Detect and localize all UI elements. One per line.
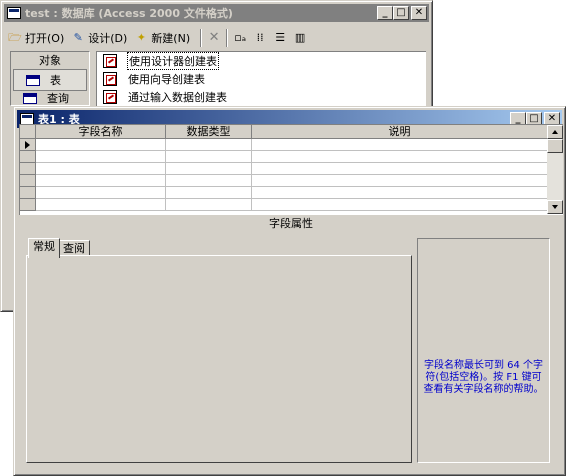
- small-icons-view-icon[interactable]: ⁞⁞: [252, 31, 268, 45]
- data-type-cell[interactable]: [166, 163, 252, 175]
- details-view-icon[interactable]: ▥: [292, 31, 308, 45]
- data-type-cell[interactable]: [166, 139, 252, 151]
- database-window-controls: _ □ ✕: [377, 6, 427, 20]
- table-row[interactable]: [20, 199, 563, 211]
- help-text-box: 字段名称最长可到 64 个字符(包括空格)。按 F1 键可查看有关字段名称的帮助…: [417, 238, 550, 463]
- field-name-cell[interactable]: [36, 163, 166, 175]
- database-title: test : 数据库 (Access 2000 文件格式): [25, 7, 233, 20]
- maximize-button[interactable]: □: [393, 6, 409, 20]
- scroll-thumb[interactable]: [547, 139, 563, 153]
- row-selector[interactable]: [20, 139, 36, 151]
- row-selector[interactable]: [20, 199, 36, 211]
- row-selector[interactable]: [20, 175, 36, 187]
- data-type-cell[interactable]: [166, 187, 252, 199]
- description-cell[interactable]: [252, 163, 548, 175]
- description-cell[interactable]: [252, 175, 548, 187]
- table-row[interactable]: [20, 163, 563, 175]
- field-name-cell[interactable]: [36, 175, 166, 187]
- design-label: 设计(D): [88, 32, 128, 45]
- column-header-data-type[interactable]: 数据类型: [166, 125, 252, 139]
- open-label: 打开(O): [25, 32, 65, 45]
- design-pencil-icon: ✎: [73, 31, 83, 44]
- column-header-description[interactable]: 说明: [252, 125, 548, 139]
- description-cell[interactable]: [252, 199, 548, 211]
- row-selector[interactable]: [20, 151, 36, 163]
- list-item-label: 使用设计器创建表: [127, 52, 219, 70]
- delete-icon[interactable]: ✕: [206, 31, 222, 45]
- objects-list: 使用设计器创建表 使用向导创建表 通过输入数据创建表: [96, 51, 426, 106]
- toolbar-separator: [200, 29, 203, 47]
- query-icon: [23, 92, 37, 104]
- wizard-icon: [103, 54, 117, 68]
- row-selector[interactable]: [20, 187, 36, 199]
- tab-label: 常规: [33, 240, 55, 253]
- table-row[interactable]: [20, 187, 563, 199]
- list-item-create-in-design-view[interactable]: 使用设计器创建表: [97, 52, 426, 70]
- objects-header: 对象: [39, 54, 61, 67]
- description-cell[interactable]: [252, 151, 548, 163]
- objects-item-label: 表: [50, 74, 61, 87]
- database-titlebar[interactable]: test : 数据库 (Access 2000 文件格式) _ □ ✕: [4, 4, 429, 22]
- tab-general[interactable]: 常规: [28, 238, 60, 258]
- field-properties-label: 字段属性: [269, 217, 313, 230]
- field-name-cell[interactable]: [36, 139, 166, 151]
- table-row[interactable]: [20, 151, 563, 163]
- large-icons-view-icon[interactable]: ▫ₐ: [232, 31, 248, 45]
- objects-item-tables[interactable]: 表: [13, 69, 87, 91]
- data-type-cell[interactable]: [166, 175, 252, 187]
- data-type-cell[interactable]: [166, 151, 252, 163]
- help-text: 字段名称最长可到 64 个字符(包括空格)。按 F1 键可查看有关字段名称的帮助…: [423, 360, 544, 395]
- current-row-arrow-icon: [25, 141, 30, 149]
- row-selector[interactable]: [20, 163, 36, 175]
- objects-item-label: 查询: [47, 92, 69, 105]
- new-button[interactable]: ✦ 新建(N): [133, 28, 190, 48]
- table-icon: [26, 74, 40, 86]
- open-button[interactable]: 🗁 打开(O): [7, 28, 64, 48]
- list-view-icon[interactable]: ☰: [272, 31, 288, 45]
- grid-corner[interactable]: [20, 125, 36, 139]
- database-window-icon[interactable]: [7, 7, 21, 19]
- grid-header: 字段名称 数据类型 说明: [20, 125, 563, 139]
- table-row[interactable]: [20, 175, 563, 187]
- scroll-up-button[interactable]: [547, 125, 563, 139]
- tab-panel-general: [26, 255, 412, 463]
- list-item-label: 通过输入数据创建表: [128, 91, 227, 104]
- objects-item-queries[interactable]: 查询: [11, 91, 89, 105]
- field-name-cell[interactable]: [36, 187, 166, 199]
- database-toolbar: 🗁 打开(O) ✎ 设计(D) ✦ 新建(N) ✕ ▫ₐ ⁞⁞ ☰ ▥: [7, 27, 426, 49]
- list-item-create-with-wizard[interactable]: 使用向导创建表: [97, 70, 426, 88]
- field-properties-tabs: 常规 查阅: [24, 238, 412, 463]
- scroll-down-button[interactable]: [547, 200, 563, 214]
- list-item-label: 使用向导创建表: [128, 73, 205, 86]
- field-name-cell[interactable]: [36, 199, 166, 211]
- grid-vertical-scrollbar[interactable]: [547, 125, 563, 214]
- data-type-cell[interactable]: [166, 199, 252, 211]
- tab-label: 查阅: [63, 242, 85, 255]
- table-row[interactable]: [20, 139, 563, 151]
- wizard-icon: [103, 72, 117, 86]
- objects-panel: 对象 表 查询: [10, 51, 90, 106]
- description-cell[interactable]: [252, 139, 548, 151]
- close-button[interactable]: ✕: [411, 6, 427, 20]
- toolbar-separator: [226, 29, 229, 47]
- new-label: 新建(N): [151, 32, 191, 45]
- field-grid: 字段名称 数据类型 说明: [19, 124, 563, 215]
- grid-rows: [20, 139, 563, 211]
- new-object-icon: ✦: [136, 31, 146, 44]
- field-name-cell[interactable]: [36, 151, 166, 163]
- design-button[interactable]: ✎ 设计(D): [70, 28, 128, 48]
- minimize-button[interactable]: _: [377, 6, 393, 20]
- wizard-icon: [103, 90, 117, 104]
- tab-lookup[interactable]: 查阅: [58, 240, 90, 256]
- description-cell[interactable]: [252, 187, 548, 199]
- column-header-field-name[interactable]: 字段名称: [36, 125, 166, 139]
- open-folder-icon: 🗁: [8, 31, 22, 44]
- list-item-create-by-entering-data[interactable]: 通过输入数据创建表: [97, 88, 426, 106]
